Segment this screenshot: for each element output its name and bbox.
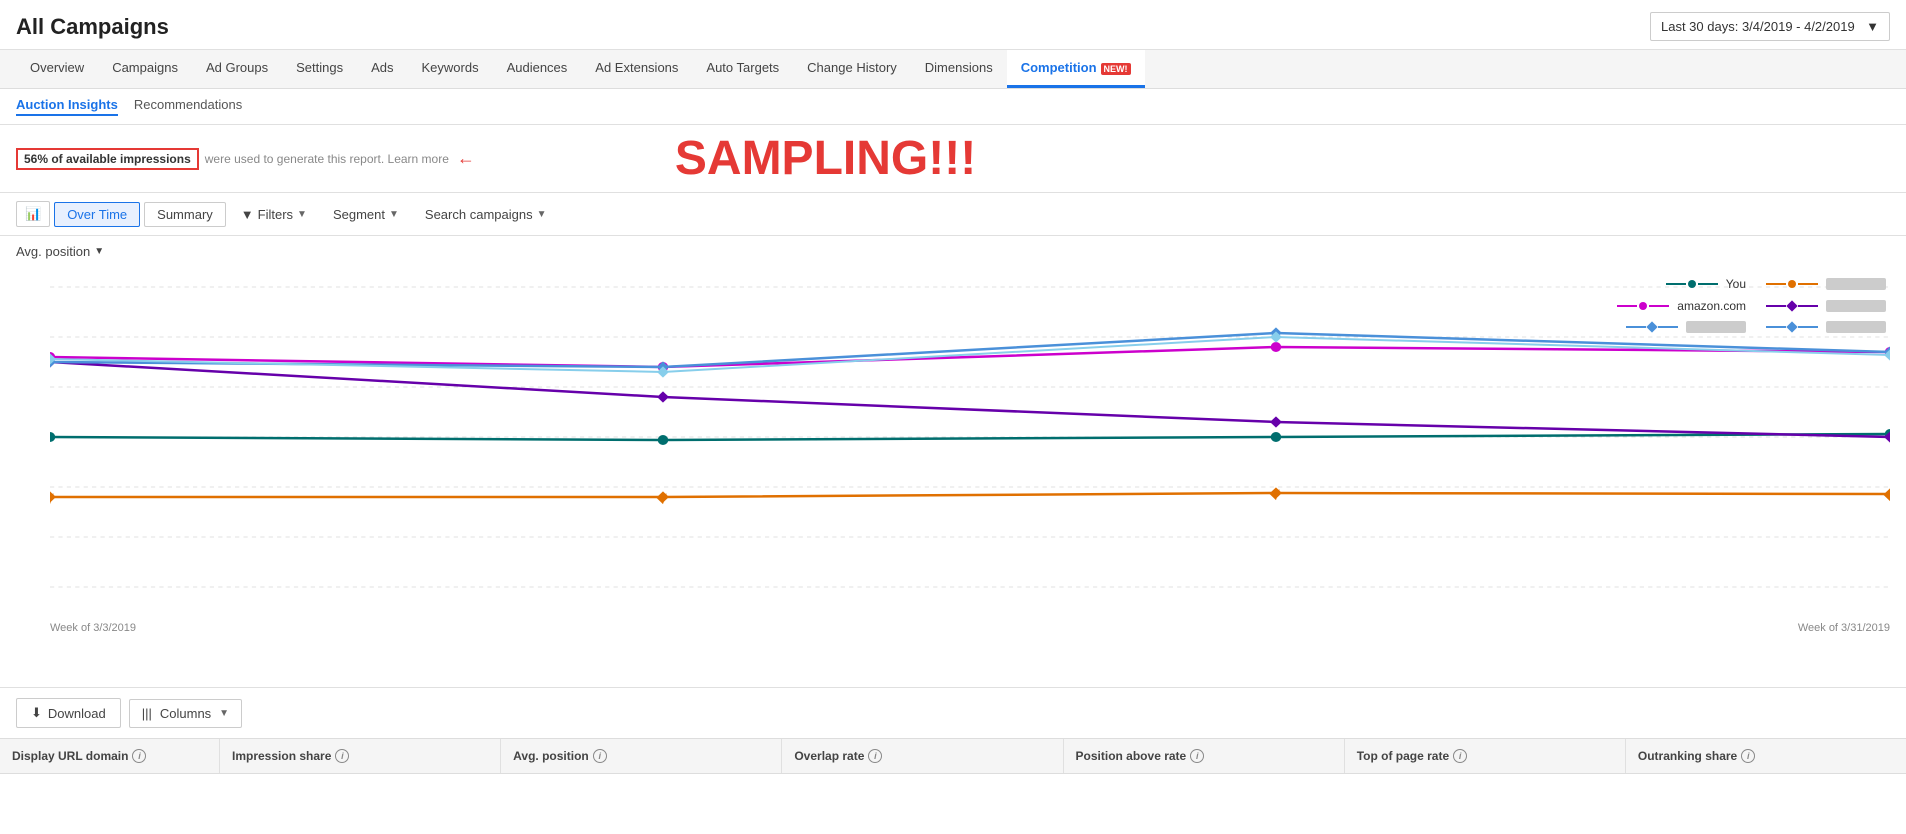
columns-icon: ||| [142,706,152,721]
col-overlap-rate: Overlap rate i [782,739,1063,773]
sub-nav-auction-insights[interactable]: Auction Insights [16,97,118,116]
chart-view-button[interactable]: 📊 [16,201,50,227]
chart-legend: You amazon.com [1546,277,1886,333]
chart-area: You amazon.com [0,267,1906,687]
segment-chevron-icon: ▼ [389,209,399,220]
legend-blurred-label-4 [1826,321,1886,333]
tab-competition[interactable]: CompetitionNEW! [1007,50,1145,88]
legend-amazon: amazon.com [1617,299,1746,313]
bottom-toolbar: ⬇ Download ||| Columns ▼ [0,687,1906,738]
legend-you-label: You [1726,277,1746,291]
avg-position-chevron-icon: ▼ [94,246,104,257]
nav-tabs: Overview Campaigns Ad Groups Settings Ad… [0,50,1906,89]
tab-keywords[interactable]: Keywords [408,50,493,88]
sampling-text: were used to generate this report. Learn… [205,152,449,166]
col-avg-position-info-icon[interactable]: i [593,749,607,763]
col-display-url: Display URL domain i [0,739,220,773]
tab-dimensions[interactable]: Dimensions [911,50,1007,88]
columns-dropdown[interactable]: ||| Columns ▼ [129,699,242,728]
download-button[interactable]: ⬇ Download [16,698,121,728]
legend-amazon-label: amazon.com [1677,299,1746,313]
x-label-start: Week of 3/3/2019 [50,622,136,634]
x-label-end: Week of 3/31/2019 [1798,622,1890,634]
top-bar: All Campaigns Last 30 days: 3/4/2019 - 4… [0,0,1906,50]
col-position-above-rate: Position above rate i [1064,739,1345,773]
avg-position-label: Avg. position ▼ [0,236,1906,267]
col-avg-position: Avg. position i [501,739,782,773]
sub-nav-recommendations[interactable]: Recommendations [134,97,242,116]
col-top-of-page-rate-info-icon[interactable]: i [1453,749,1467,763]
col-display-url-info-icon[interactable]: i [132,749,146,763]
date-range-selector[interactable]: Last 30 days: 3/4/2019 - 4/2/2019 ▼ [1650,12,1890,41]
search-campaigns-chevron-icon: ▼ [537,209,547,220]
new-badge: NEW! [1101,63,1131,75]
sampling-big-label: SAMPLING!!! [675,131,976,186]
filters-chevron-icon: ▼ [297,209,307,220]
col-overlap-rate-info-icon[interactable]: i [868,749,882,763]
col-impression-share: Impression share i [220,739,501,773]
tab-auto-targets[interactable]: Auto Targets [692,50,793,88]
tab-ads[interactable]: Ads [357,50,407,88]
page-title: All Campaigns [16,14,169,40]
summary-button[interactable]: Summary [144,202,226,227]
col-impression-share-info-icon[interactable]: i [335,749,349,763]
sampling-highlight: 56% of available impressions [16,148,199,170]
legend-blurred-4 [1766,321,1886,333]
over-time-button[interactable]: Over Time [54,202,140,227]
tab-campaigns[interactable]: Campaigns [98,50,192,88]
legend-blurred-2 [1766,299,1886,313]
col-outranking-share-info-icon[interactable]: i [1741,749,1755,763]
tab-overview[interactable]: Overview [16,50,98,88]
legend-blurred-label-1 [1826,278,1886,290]
col-top-of-page-rate: Top of page rate i [1345,739,1626,773]
col-outranking-share: Outranking share i [1626,739,1906,773]
legend-blurred-label-3 [1686,321,1746,333]
col-position-above-rate-info-icon[interactable]: i [1190,749,1204,763]
legend-blurred-1 [1766,277,1886,291]
date-range-label: Last 30 days: 3/4/2019 - 4/2/2019 [1661,19,1855,34]
toolbar: 📊 Over Time Summary ▼ Filters ▼ Segment … [0,193,1906,236]
tab-audiences[interactable]: Audiences [493,50,582,88]
x-axis-labels: Week of 3/3/2019 Week of 3/31/2019 [50,622,1890,634]
segment-dropdown[interactable]: Segment ▼ [322,202,410,227]
tab-ad-extensions[interactable]: Ad Extensions [581,50,692,88]
tab-ad-groups[interactable]: Ad Groups [192,50,282,88]
sampling-bar: 56% of available impressions were used t… [0,125,1906,193]
columns-chevron-icon: ▼ [219,708,229,719]
filters-dropdown[interactable]: ▼ Filters ▼ [230,202,318,227]
table-header: Display URL domain i Impression share i … [0,738,1906,774]
tab-settings[interactable]: Settings [282,50,357,88]
chevron-down-icon: ▼ [1866,19,1879,34]
download-icon: ⬇ [31,705,42,721]
search-campaigns-dropdown[interactable]: Search campaigns ▼ [414,202,558,227]
bar-chart-icon: 📊 [25,206,41,221]
sub-nav: Auction Insights Recommendations [0,89,1906,125]
legend-you: You [1666,277,1746,291]
tab-change-history[interactable]: Change History [793,50,911,88]
filter-icon: ▼ [241,207,254,222]
sampling-arrow-icon: ← [457,148,475,169]
legend-blurred-3 [1626,321,1746,333]
legend-blurred-label-2 [1826,300,1886,312]
